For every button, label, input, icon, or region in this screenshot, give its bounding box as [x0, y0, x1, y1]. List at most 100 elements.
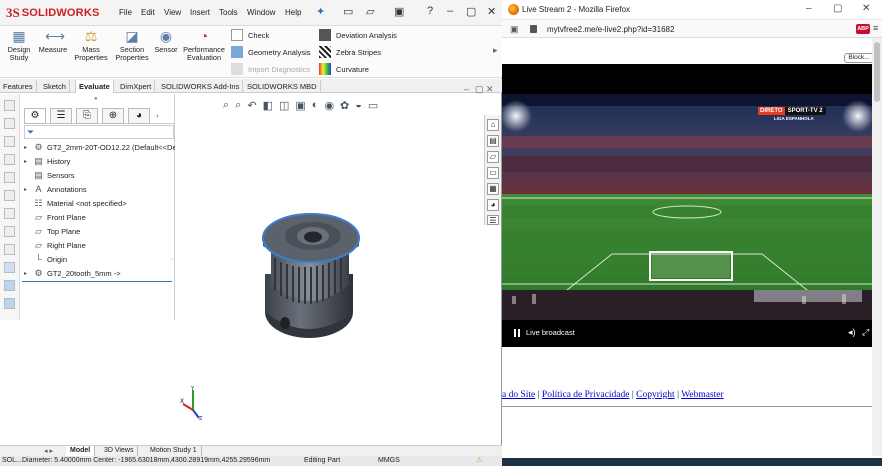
- save-icon[interactable]: ▣: [394, 5, 404, 18]
- custom-properties-icon[interactable]: ☰: [487, 215, 499, 225]
- block-button[interactable]: Block...: [844, 53, 874, 63]
- new-document-icon[interactable]: ▭: [343, 5, 353, 18]
- page-scrollbar[interactable]: [872, 38, 882, 456]
- menu-window[interactable]: Window: [247, 8, 275, 17]
- strip-tool-icon[interactable]: [4, 298, 15, 309]
- import-diagnostics-button[interactable]: Import Diagnostics: [231, 63, 310, 75]
- tree-item-origin[interactable]: └ Origin: [24, 254, 67, 265]
- page-info-icon[interactable]: ▣: [510, 24, 519, 35]
- tree-item-derived-part[interactable]: ▸ ⚙ GT2_20tooth_5mm ->: [24, 268, 121, 279]
- tab-evaluate[interactable]: Evaluate: [75, 80, 114, 93]
- tab-mbd[interactable]: SOLIDWORKS MBD: [244, 80, 321, 93]
- menu-edit[interactable]: Edit: [141, 8, 155, 17]
- tab-dimxpert[interactable]: DimXpert: [117, 80, 156, 93]
- rollback-bar[interactable]: [22, 281, 172, 282]
- edit-appearance-icon[interactable]: ✿: [340, 99, 349, 112]
- video-frame[interactable]: DIRETO SPORT-TV 2 LIGA ESPANHOLA: [502, 94, 872, 320]
- footer-link-webmaster[interactable]: Webmaster: [681, 390, 724, 400]
- tree-item-material[interactable]: ☷ Material <not specified>: [24, 198, 126, 209]
- tree-root[interactable]: ▸ ⚙ GT2_2mm-20T-OD12.22 (Default<<Def: [24, 142, 179, 153]
- pin-icon[interactable]: ✦: [316, 5, 325, 18]
- strip-tool-icon[interactable]: [4, 190, 15, 201]
- strip-tool-icon[interactable]: [4, 226, 15, 237]
- feature-manager-tab-icon[interactable]: ⚙: [24, 108, 46, 124]
- zoom-to-fit-icon[interactable]: ⌕: [223, 99, 229, 112]
- menu-help[interactable]: Help: [285, 8, 301, 17]
- expand-arrow-icon[interactable]: ▸: [24, 144, 30, 151]
- previous-view-icon[interactable]: ↶: [247, 99, 256, 112]
- graphics-viewport[interactable]: ⌕ ⌕ ↶ ◧ ◫ ▣ ◐ ◉ ✿ ◒ ▭ ✕ ▢ – X Y Z: [175, 84, 501, 444]
- expand-arrow-icon[interactable]: ▸: [24, 158, 30, 165]
- tab-sketch[interactable]: Sketch: [40, 80, 70, 93]
- check-button[interactable]: Check: [231, 29, 269, 41]
- file-explorer-icon[interactable]: ▭: [487, 167, 499, 179]
- strip-tool-icon[interactable]: [4, 154, 15, 165]
- configuration-manager-tab-icon[interactable]: ⎘: [76, 108, 98, 124]
- view-orientation-icon[interactable]: ▣: [295, 99, 305, 112]
- display-manager-tab-icon[interactable]: ◕: [128, 108, 150, 124]
- expand-arrow-icon[interactable]: ▸: [24, 270, 30, 277]
- footer-link-site[interactable]: a do Site: [502, 390, 535, 400]
- section-view-icon[interactable]: ◧: [263, 99, 273, 112]
- scrollbar-thumb[interactable]: [874, 42, 880, 102]
- design-library-icon[interactable]: ▱: [487, 151, 499, 163]
- lock-icon[interactable]: [530, 25, 537, 33]
- menu-view[interactable]: View: [164, 8, 181, 17]
- strip-tool-icon[interactable]: [4, 100, 15, 111]
- tab-scroll-icon[interactable]: ◂ ▸: [44, 447, 53, 455]
- strip-tool-icon[interactable]: [4, 172, 15, 183]
- strip-tool-icon[interactable]: [4, 280, 15, 291]
- hide-show-items-icon[interactable]: ◉: [324, 99, 334, 112]
- sensor-button[interactable]: ◉ Sensor: [152, 28, 180, 54]
- solidworks-logo[interactable]: 3S SOLIDWORKS: [6, 5, 100, 21]
- maximize-icon[interactable]: ▢: [833, 3, 842, 14]
- strip-tool-icon[interactable]: [4, 208, 15, 219]
- viewport-restore-icon[interactable]: ▢: [475, 84, 484, 95]
- design-study-button[interactable]: ▦ Design Study: [4, 28, 34, 62]
- url-text[interactable]: mytvfree2.me/e-live2.php?id=31682: [547, 25, 674, 34]
- pause-icon[interactable]: [514, 329, 520, 337]
- mass-properties-button[interactable]: ⚖ Mass Properties: [72, 28, 110, 62]
- menu-file[interactable]: File: [119, 8, 132, 17]
- tree-item-sensors[interactable]: ▤ Sensors: [24, 170, 74, 181]
- dynamic-annotation-icon[interactable]: ◫: [279, 99, 289, 112]
- tree-item-right-plane[interactable]: ▱ Right Plane: [24, 240, 86, 251]
- tree-filter-field[interactable]: ⏷: [24, 125, 174, 139]
- open-folder-icon[interactable]: ▱: [366, 5, 374, 18]
- section-properties-button[interactable]: ◪ Section Properties: [112, 28, 152, 62]
- menu-insert[interactable]: Insert: [190, 8, 210, 17]
- adblock-plus-icon[interactable]: ABP: [856, 24, 870, 34]
- menu-icon[interactable]: ≡: [873, 23, 878, 33]
- viewport-minimize-icon[interactable]: –: [464, 84, 469, 94]
- menu-tools[interactable]: Tools: [219, 8, 238, 17]
- zoom-to-area-icon[interactable]: ⌕: [235, 99, 241, 112]
- home-icon[interactable]: ⌂: [487, 119, 499, 131]
- performance-evaluation-button[interactable]: ◔ Performance Evaluation: [182, 28, 226, 62]
- footer-link-copyright[interactable]: Copyright: [636, 390, 675, 400]
- minimize-icon[interactable]: –: [447, 5, 453, 17]
- measure-button[interactable]: ⟷ Measure: [38, 28, 68, 54]
- status-rebuild-icon[interactable]: ⚠: [476, 456, 482, 464]
- view-settings-icon[interactable]: ▭: [368, 99, 378, 112]
- deviation-analysis-button[interactable]: Deviation Analysis: [319, 29, 397, 41]
- strip-tool-icon[interactable]: [4, 262, 15, 273]
- zebra-stripes-button[interactable]: Zebra Stripes: [319, 46, 381, 58]
- help-question-icon[interactable]: ?: [427, 5, 433, 17]
- strip-tool-icon[interactable]: [4, 136, 15, 147]
- restore-icon[interactable]: ▢: [466, 5, 476, 18]
- ribbon-expand-icon[interactable]: ▸: [493, 45, 498, 56]
- volume-icon[interactable]: ◂): [848, 327, 856, 338]
- apply-scene-icon[interactable]: ◒: [355, 99, 362, 111]
- panel-grip-icon[interactable]: ●: [94, 96, 98, 102]
- status-units[interactable]: MMGS: [378, 457, 400, 464]
- gt2-pulley-model[interactable]: [253, 206, 373, 344]
- tree-item-annotations[interactable]: ▸ A Annotations: [24, 184, 87, 195]
- close-icon[interactable]: ✕: [487, 5, 496, 18]
- strip-tool-icon[interactable]: [4, 244, 15, 255]
- tree-item-history[interactable]: ▸ ▤ History: [24, 156, 70, 167]
- dimxpert-manager-tab-icon[interactable]: ⊕: [102, 108, 124, 124]
- panel-splitter-icon[interactable]: ◦: [171, 257, 173, 263]
- tab-features[interactable]: Features: [0, 80, 37, 93]
- view-palette-icon[interactable]: ▦: [487, 183, 499, 195]
- geometry-analysis-button[interactable]: Geometry Analysis: [231, 46, 311, 58]
